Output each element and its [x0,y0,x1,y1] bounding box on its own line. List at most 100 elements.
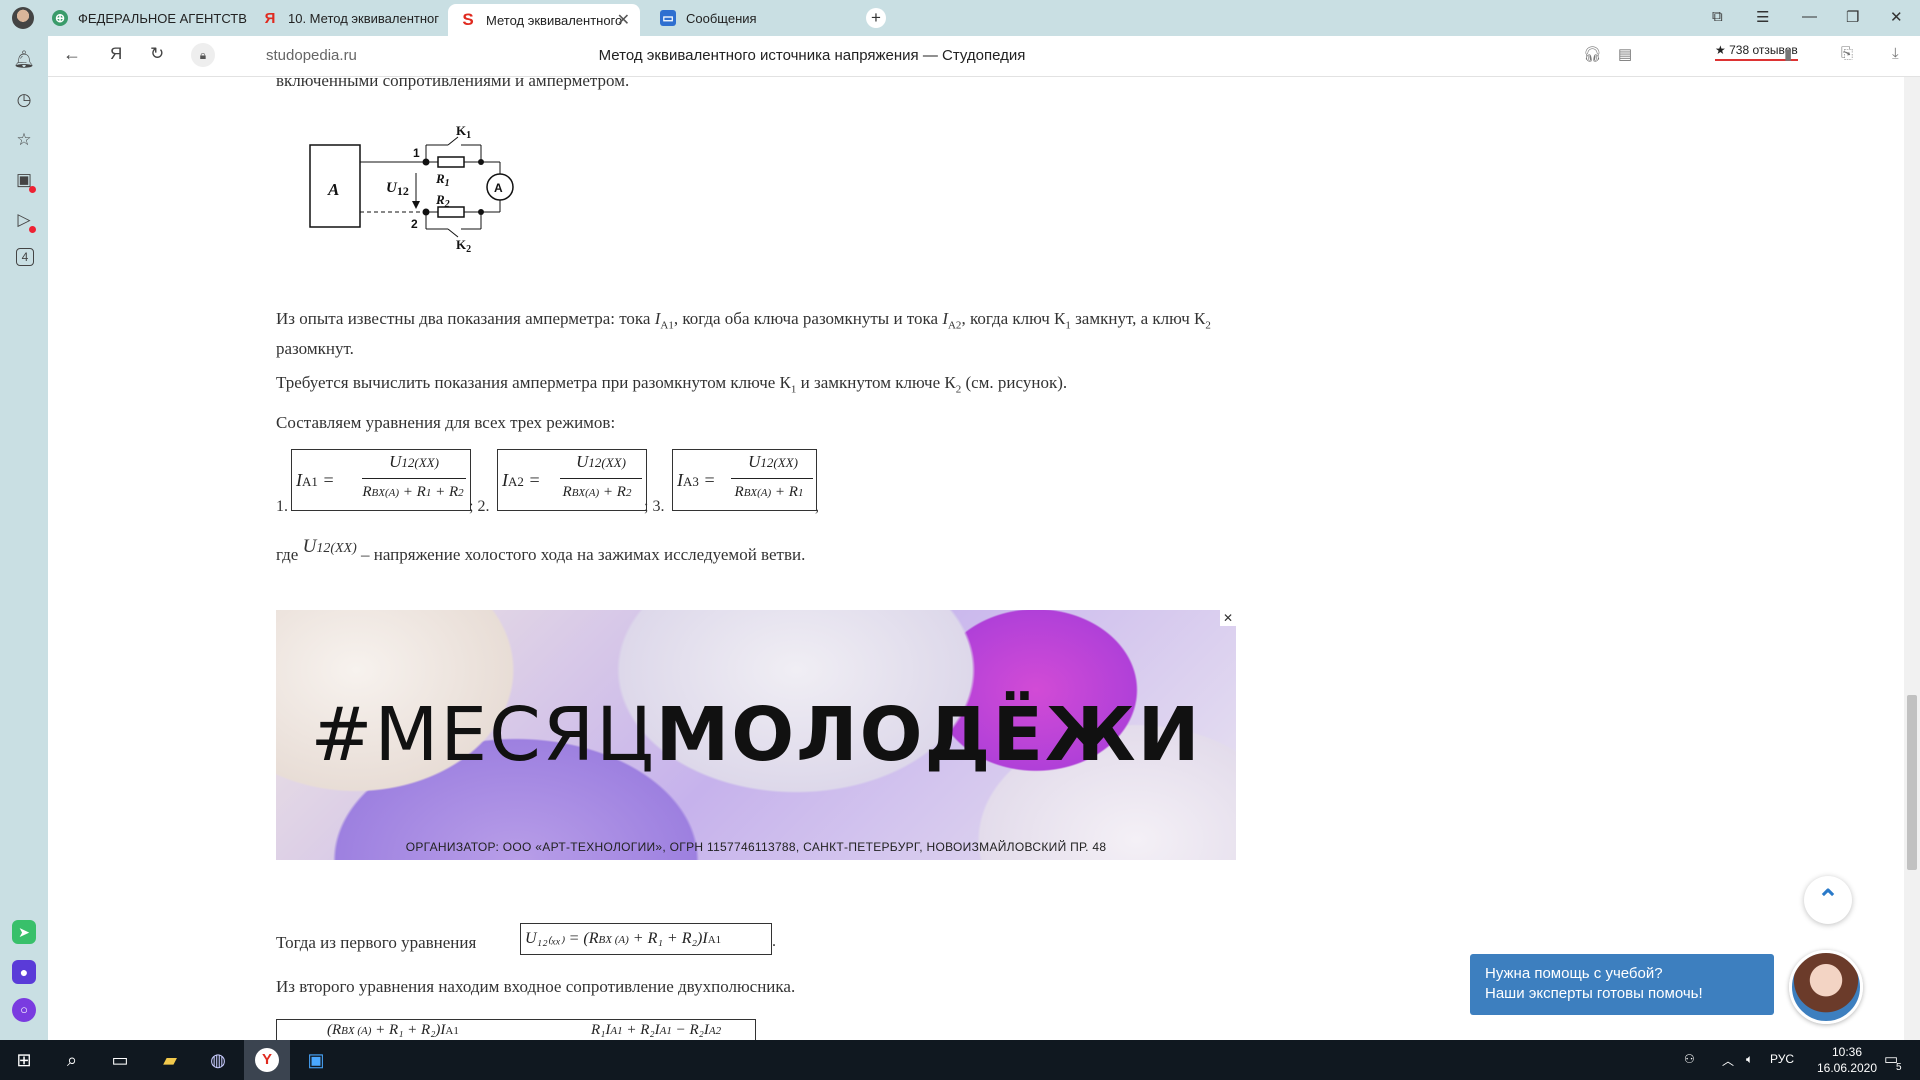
paragraph-equations-intro: Составляем уравнения для всех трех режим… [276,413,616,432]
address-bar: ← Я ↻ 🔒︎ studopedia.ru Метод эквивалентн… [48,36,1920,77]
notification-count: 5 [1896,1062,1902,1073]
collections-icon[interactable]: ⎘ [1841,45,1853,62]
tab-messages[interactable]: ▭ Сообщения [660,4,860,32]
eq3-lhs: IA3 = [677,470,716,490]
help-line-1: Нужна помощь с учебой? [1485,965,1663,982]
page-content: включенными сопротивлениями и амперметро… [48,77,1900,1040]
eq-number-2: ; 2. [469,498,490,515]
clock[interactable]: 10:36 16.06.2020 [1812,1044,1882,1076]
formula-bottom: (RBX (A) + R₁ + R₂)IA1 R₁IA1 + R₂IA1 − R… [276,1019,756,1040]
eq1-numerator: U12(XX) [389,452,439,471]
app-window-icon[interactable]: ▣ [304,1048,328,1072]
ad-banner[interactable]: #МЕСЯЦМОЛОДЁЖИ ОРГАНИЗАТОР: ООО «АРТ-ТЕХ… [276,610,1236,860]
favorites-icon[interactable]: ☆ [12,128,36,152]
notifications-icon[interactable]: 🔔︎ [12,48,36,72]
fraction-line [560,478,642,479]
minimize-icon[interactable]: — [1802,8,1817,25]
tab-studopedia-active[interactable]: S Метод эквивалентного ✕ [448,4,640,36]
paragraph-measurements: Из опыта известны два показания ампермет… [276,309,1211,359]
download-icon[interactable]: ⤓ [1892,45,1899,62]
people-icon[interactable]: ⚇ [1684,1052,1695,1066]
reader-mode-icon[interactable]: ▤ [1618,45,1632,63]
language-indicator[interactable]: РУС [1770,1052,1794,1066]
page-title: Метод эквивалентного источника напряжени… [598,47,1026,64]
tab-method-10[interactable]: Я 10. Метод эквивалентног [262,4,442,32]
voltage-label: U12 [386,180,409,198]
notification-dot [29,226,36,233]
tab-federal-agency[interactable]: ⊕ ФЕДЕРАЛЬНОЕ АГЕНТСТВ [52,4,252,32]
task-view-icon[interactable]: ▭ [108,1048,132,1072]
alice-icon[interactable]: ○ [12,998,36,1022]
counter-badge[interactable]: 4 [16,248,34,266]
switch-k1-label: K1 [456,123,471,141]
search-icon[interactable]: ⌕ [60,1048,84,1072]
period: . [772,933,776,950]
maximize-icon[interactable]: ❐ [1846,8,1859,26]
menu-icon[interactable]: ☰ [1756,8,1769,26]
circuit-diagram: A U12 1 2 K1 R1 K2 R2 A [309,123,514,255]
paragraph-requirement: Требуется вычислить показания амперметра… [276,373,1068,396]
eq3-numerator: U12(XX) [748,452,798,471]
profile-avatar[interactable] [12,7,34,29]
globe-icon: ⊕ [52,10,68,26]
discord-icon[interactable]: ◍ [206,1048,230,1072]
resistor-r1-label: R1 [435,171,450,189]
help-chat-bubble[interactable]: Нужна помощь с учебой? Наши эксперты гот… [1470,954,1774,1015]
bookmark-icon[interactable]: ▮ [1784,45,1792,63]
block-label: A [327,180,339,199]
tab-bar: ⊕ ФЕДЕРАЛЬНОЕ АГЕНТСТВ Я 10. Метод эквив… [0,0,1920,36]
equation-3: IA3 = U12(XX) RBX(A) + R1 [672,449,817,511]
fraction-line [362,478,466,479]
volume-icon[interactable]: 🔈︎ [1746,1052,1753,1067]
eq-number-1: 1. [276,498,288,515]
windows-start-icon[interactable]: ⊞ [12,1048,36,1072]
close-tab-icon[interactable]: ✕ [617,10,630,30]
equation-1: IA1 = U12(XX) RBX(A) + R1 + R2 [291,449,471,511]
page-scrollbar[interactable] [1904,77,1920,1040]
eq1-lhs: IA1 = [296,470,335,490]
close-window-icon[interactable]: ✕ [1890,8,1903,26]
headphones-icon[interactable]: 🎧︎ [1583,45,1602,63]
paragraph-second: Из второго уравнения находим входное соп… [276,977,796,996]
notification-dot [29,186,36,193]
formula-then: U₁₂₍ₓₓ₎ = (RBX (A) + R₁ + R₂)IA1 [520,923,772,955]
eq3-denominator: RBX(A) + R1 [734,484,804,500]
tab-label: ФЕДЕРАЛЬНОЕ АГЕНТСТВ [78,10,247,26]
paragraph-where: где U12(XX) – напряжение холостого хода … [276,536,806,564]
switch-k2-label: K2 [456,237,471,255]
node-1-label: 1 [413,146,420,160]
ad-organizer-text: ОРГАНИЗАТОР: ООО «АРТ-ТЕХНОЛОГИИ», ОГРН … [405,840,1107,854]
windows-taskbar: ⊞ ⌕ ▭ ▰ ◍ Y ▣ ⚇ ︿ 🔈︎ РУС 10:36 16.06.202… [0,1040,1920,1080]
tray-expand-icon[interactable]: ︿ [1722,1052,1734,1069]
mail-app-icon[interactable]: ● [12,960,36,984]
messages-icon: ▭ [660,10,676,26]
ad-close-icon[interactable]: ✕ [1220,610,1236,626]
eq-number-end: , [815,498,819,515]
send-app-icon[interactable]: ➤ [12,920,36,944]
tab-label: 10. Метод эквивалентног [288,10,439,26]
new-tab-button[interactable]: + [866,8,886,28]
eq1-denominator: RBX(A) + R1 + R2 [362,484,464,500]
equation-2: IA2 = U12(XX) RBX(A) + R2 [497,449,647,511]
eq2-numerator: U12(XX) [576,452,626,471]
intro-tail-text: включенными сопротивлениями и амперметро… [276,77,630,90]
eq2-lhs: IA2 = [502,470,541,490]
eq2-denominator: RBX(A) + R2 [562,484,632,500]
tab-label: Метод эквивалентного [486,12,623,28]
ad-headline: #МЕСЯЦМОЛОДЁЖИ [310,692,1202,778]
eq-number-3: ; 3. [644,498,665,515]
fraction-line [731,478,813,479]
bookmark-tabs-icon[interactable]: ⧉ [1712,8,1723,25]
tab-label: Сообщения [686,10,757,26]
help-line-2: Наши эксперты готовы помочь! [1485,985,1703,1002]
scrollbar-thumb[interactable] [1907,695,1917,870]
browser-sidebar: 🔔︎ ◷ ☆ ▣ ▷ 4 ➤ ● ○ [0,36,48,1040]
scroll-to-top-button[interactable]: ⌃ [1804,876,1852,924]
node-2-label: 2 [411,217,418,231]
file-explorer-icon[interactable]: ▰ [158,1048,182,1072]
expert-avatar[interactable] [1789,950,1863,1024]
where-symbol: U12(XX) [302,536,357,557]
yandex-browser-icon[interactable]: Y [255,1048,279,1072]
history-icon[interactable]: ◷ [12,88,36,112]
studopedia-icon: S [462,10,474,29]
